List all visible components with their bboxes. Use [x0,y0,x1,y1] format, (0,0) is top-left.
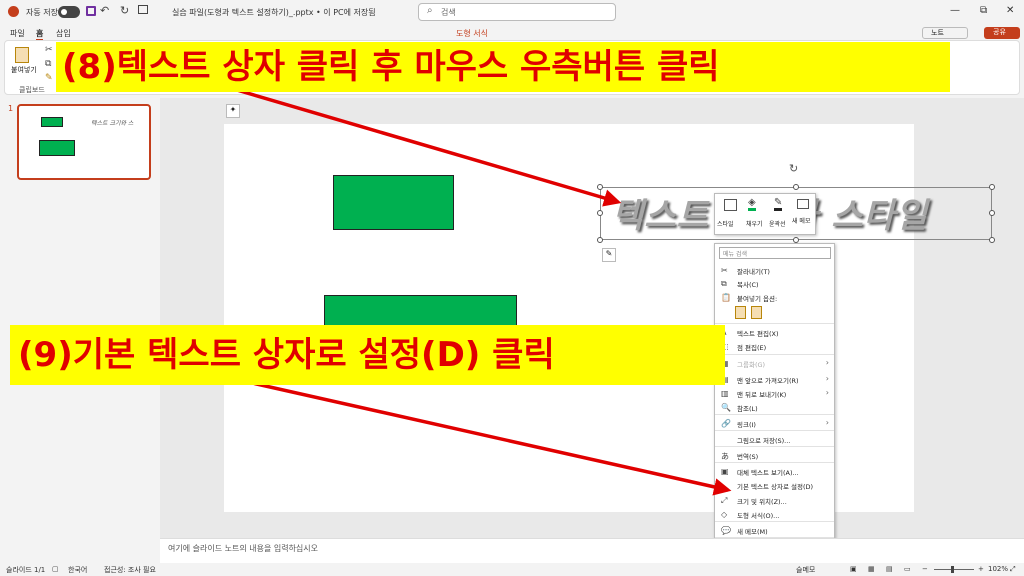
view-slideshow-icon[interactable]: ▭ [904,565,911,573]
zoom-slider[interactable] [934,569,974,570]
spellcheck-icon[interactable]: ▢ [52,565,59,573]
view-reading-icon[interactable]: ▤ [886,565,893,573]
notes-pane[interactable]: 여기에 슬라이드 노트의 내용을 입력하십시오 [160,538,1024,563]
zoom-in-icon[interactable]: + [978,565,984,573]
view-normal-icon[interactable]: ▣ [850,565,857,573]
zoom-out-icon[interactable]: − [922,565,928,573]
slide-counter: 슬라이드 1/1 [6,566,46,574]
notes-placeholder: 여기에 슬라이드 노트의 내용을 입력하십시오 [168,544,319,553]
zoom-level[interactable]: 102% [988,565,1008,573]
zoom-slider-thumb[interactable] [951,566,954,573]
view-sorter-icon[interactable]: ▦ [868,565,875,573]
status-bar: 슬라이드 1/1 ▢ 한국어 접근성: 조사 필요 슬메모 ▣ ▦ ▤ ▭ − … [0,563,1024,576]
step8-annotation: (8)텍스트 상자 클릭 후 마우스 우측버튼 클릭 [56,42,950,92]
language-indicator[interactable]: 한국어 [68,565,87,575]
arrow-to-menu-item [229,376,732,496]
accessibility-status[interactable]: 접근성: 조사 필요 [104,565,156,575]
arrow-to-textbox [229,86,622,207]
step9-annotation: (9)기본 텍스트 상자로 설정(D) 클릭 [10,325,725,385]
notes-toggle-button[interactable]: 슬메모 [796,565,815,575]
fit-slide-icon[interactable]: ⤢ [1010,565,1016,574]
